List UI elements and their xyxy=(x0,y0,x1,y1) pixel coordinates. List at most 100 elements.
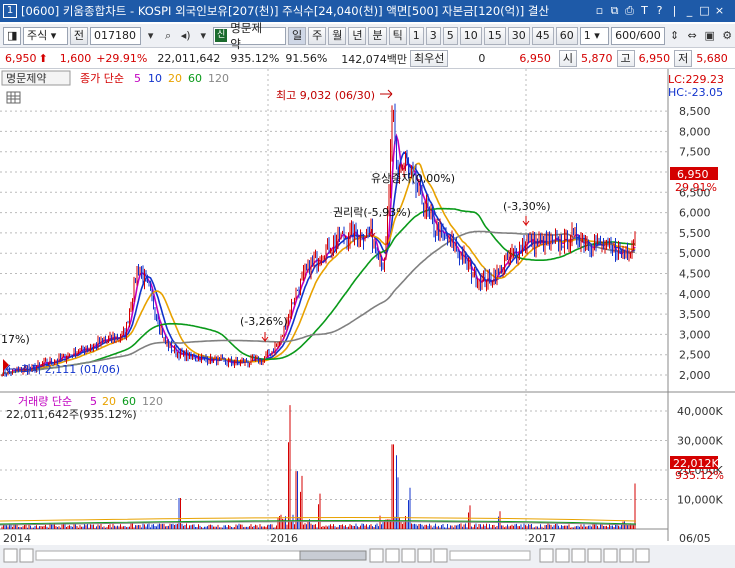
scroll-left-end-icon[interactable] xyxy=(3,548,18,563)
code-prefix-button[interactable]: 전 xyxy=(69,26,89,45)
pref-label[interactable]: 최우선 xyxy=(410,50,449,67)
save-icon[interactable]: ▣ xyxy=(702,27,718,45)
stop-icon[interactable] xyxy=(417,548,432,563)
annotation-low: 최저 2,111 (01/06) xyxy=(21,363,120,376)
ma-legend-60: 60 xyxy=(188,72,202,85)
vma-legend-20: 20 xyxy=(102,395,116,408)
ratio2: 91.56% xyxy=(285,52,328,65)
print-icon[interactable]: ⎙ xyxy=(623,4,636,18)
list-icon[interactable] xyxy=(619,548,634,563)
x-label-2014: 2014 xyxy=(3,532,31,545)
price-tick-9: 4,000 xyxy=(679,288,711,301)
minute-45-button[interactable]: 45 xyxy=(531,26,554,45)
scroll-bar[interactable] xyxy=(0,545,735,568)
minute-1-button[interactable]: 1 xyxy=(408,26,424,45)
minute-15-button[interactable]: 15 xyxy=(483,26,506,45)
pin-icon[interactable]: | xyxy=(668,4,681,18)
price-tick-2: 7,500 xyxy=(679,146,711,159)
maximize-icon[interactable]: □ xyxy=(698,4,711,18)
scroll-right-end-icon[interactable] xyxy=(635,548,650,563)
annotation-right: 권리락(-5,93%) xyxy=(333,206,411,219)
code-dropdown-icon[interactable]: ▾ xyxy=(143,27,159,45)
period-year-button[interactable]: 년 xyxy=(348,26,367,45)
price-tick-6: 5,500 xyxy=(679,227,711,240)
settings-icon[interactable]: ⚙ xyxy=(719,27,735,45)
chart-toolbar: ◨ 주식 ▾ 전 017180 ▾ ⌕ ◂) ▾ 신 명문제약 일 주 월 년 … xyxy=(0,21,735,51)
annotation-326: (-3,26%) xyxy=(240,315,288,328)
minute-10-button[interactable]: 10 xyxy=(459,26,482,45)
scroll-thumb[interactable] xyxy=(299,550,367,561)
lc-value: LC:229.23 xyxy=(668,73,724,86)
period-tick-button[interactable]: 틱 xyxy=(388,26,407,45)
close-icon[interactable]: × xyxy=(713,4,726,18)
low-label: 저 xyxy=(674,50,693,67)
play-icon[interactable] xyxy=(433,548,448,563)
volume-tick-3: 10,000K xyxy=(677,494,723,507)
layout-icon[interactable]: ▫ xyxy=(593,4,606,18)
bar-count-input[interactable]: 600/600 xyxy=(611,26,665,45)
panel-icon[interactable] xyxy=(603,548,618,563)
minute-30-button[interactable]: 30 xyxy=(507,26,530,45)
chevron-down-icon[interactable]: ▾ xyxy=(195,27,211,45)
stock-name-field[interactable]: 신 명문제약 xyxy=(213,21,286,51)
annotation-330: (-3,30%) xyxy=(503,200,551,213)
price-tick-7: 5,000 xyxy=(679,247,711,260)
view-icon[interactable] xyxy=(571,548,586,563)
price-tick-11: 3,000 xyxy=(679,328,711,341)
annotation-left: 17%) xyxy=(1,333,30,346)
minute-3-button[interactable]: 3 xyxy=(425,26,441,45)
price2: 6,950 xyxy=(519,52,551,65)
scroll-right-icon[interactable] xyxy=(369,548,384,563)
speed-slider[interactable] xyxy=(449,550,531,561)
stock-code-input[interactable]: 017180 xyxy=(90,26,141,45)
price-change: 1,600 xyxy=(59,52,92,65)
zoom-tool-icon[interactable]: ⇕ xyxy=(667,27,683,45)
new-badge: 신 xyxy=(215,29,228,42)
price-box-pct: 29.91% xyxy=(675,181,717,194)
period-month-button[interactable]: 월 xyxy=(328,26,347,45)
help-icon[interactable]: ? xyxy=(653,4,666,18)
unit-select[interactable]: 1 ▾ xyxy=(579,26,610,45)
chart-canvas[interactable]: 명문제약 종가 단순 5 10 20 60 120 LC:229.23 HC:-… xyxy=(0,69,735,568)
vma-legend-60: 60 xyxy=(122,395,136,408)
up-arrow-icon: ⬆ xyxy=(38,52,48,65)
annotation-yu: 유상증자(0,00%) xyxy=(371,172,455,185)
x-label-date: 06/05 xyxy=(679,532,711,545)
open-value: 5,870 xyxy=(581,52,613,65)
volume-value: 22,011,642 xyxy=(157,52,221,65)
price-tick-1: 8,000 xyxy=(679,125,711,138)
minimize-icon[interactable]: _ xyxy=(683,4,696,18)
play-back-icon[interactable] xyxy=(385,548,400,563)
ma-legend-20: 20 xyxy=(168,72,182,85)
period-week-button[interactable]: 주 xyxy=(308,26,327,45)
ma-legend-120: 120 xyxy=(208,72,229,85)
speaker-icon[interactable]: ◂) xyxy=(178,27,194,45)
chart-menu-icon[interactable]: ◨ xyxy=(3,26,21,45)
font-icon[interactable]: T xyxy=(638,4,651,18)
table-view-icon[interactable] xyxy=(6,91,21,104)
quote-bar: 6,950 ⬆ 1,600 +29.91% 22,011,642 935.12%… xyxy=(0,49,735,69)
restore-icon[interactable]: ⧉ xyxy=(608,4,621,18)
pause-icon[interactable] xyxy=(401,548,416,563)
scroll-left-icon[interactable] xyxy=(19,548,34,563)
price-tick-8: 4,500 xyxy=(679,268,711,281)
minute-60-button[interactable]: 60 xyxy=(555,26,578,45)
price-tick-5: 6,000 xyxy=(679,207,711,220)
zoom-out-icon[interactable] xyxy=(539,548,554,563)
ma-legend-5: 5 xyxy=(134,72,141,85)
layout-grid-icon[interactable] xyxy=(587,548,602,563)
volume-tick-1: 30,000K xyxy=(677,435,723,448)
zoom-in-icon[interactable] xyxy=(555,548,570,563)
ma-legend-label: 종가 단순 xyxy=(80,72,124,85)
volume-legend-label: 거래량 단순 xyxy=(18,395,72,408)
period-minute-button[interactable]: 분 xyxy=(368,26,387,45)
fit-tool-icon[interactable]: ⇔ xyxy=(684,27,700,45)
market-select[interactable]: 주식 ▾ xyxy=(23,26,68,45)
high-label: 고 xyxy=(616,50,635,67)
search-icon[interactable]: ⌕ xyxy=(160,27,176,45)
title-bar: 1 [0600] 키움종합차트 - KOSPI 외국인보유[207(천)] 주식… xyxy=(0,0,735,22)
high-value: 6,950 xyxy=(638,52,671,65)
minute-5-button[interactable]: 5 xyxy=(442,26,458,45)
stock-legend-name: 명문제약 xyxy=(6,71,46,85)
period-day-button[interactable]: 일 xyxy=(287,26,307,45)
